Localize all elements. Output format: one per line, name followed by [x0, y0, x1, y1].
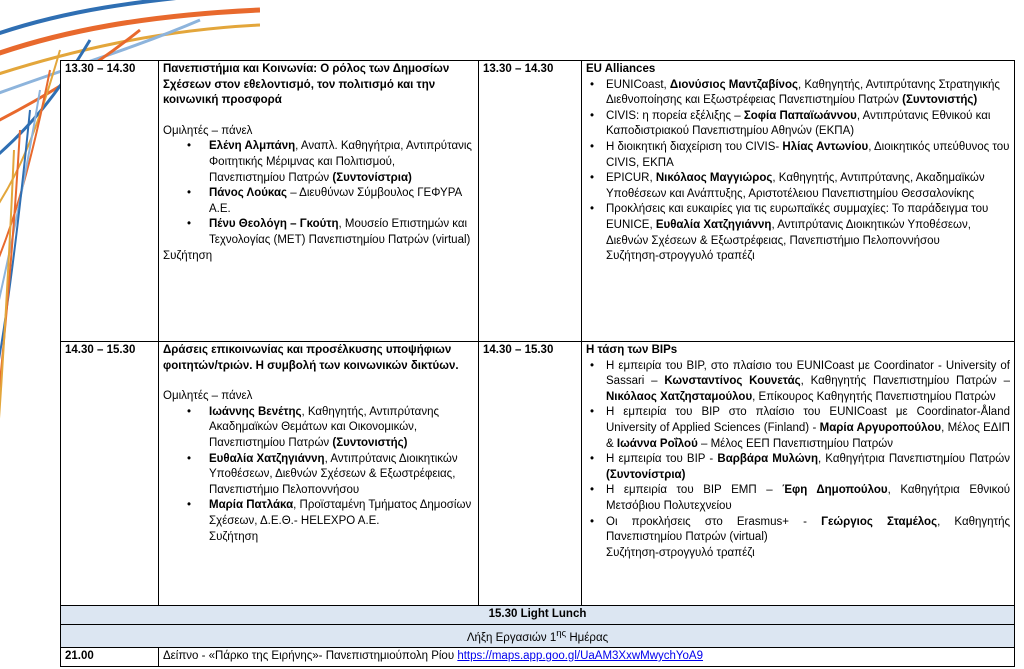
list-item: Η εμπειρία του BIP, στο πλαίσιο του EUNI… — [586, 359, 1010, 406]
dinner-cell: Δείπνο - «Πάρκο της Ειρήνης»- Πανεπιστημ… — [158, 647, 1015, 667]
time-cell: 13.30 – 14.30 — [478, 60, 582, 342]
session-cell-universities-society: Πανεπιστήμια και Κοινωνία: Ο ρόλος των Δ… — [158, 60, 479, 342]
end-of-day-banner: Λήξη Εργασιών 1ης Ημέρας — [60, 623, 1015, 649]
speaker-list: Ελένη Αλμπάνη, Αναπλ. Καθηγήτρια, Αντιπρ… — [163, 139, 474, 248]
session-title: Πανεπιστήμια και Κοινωνία: Ο ρόλος των Δ… — [163, 63, 450, 107]
session-cell-eu-alliances: EU Alliances EUNICoast, Διονύσιος Μαντζα… — [581, 60, 1015, 342]
list-item: Πάνος Λούκας – Διευθύνων Σύμβουλος ΓΕΦΥΡ… — [163, 186, 474, 217]
list-item: Ιωάννης Βενέτης, Καθηγητής, Αντιπρύτανης… — [163, 405, 474, 452]
list-item: EUNICoast, Διονύσιος Μαντζαβίνος, Καθηγη… — [586, 78, 1010, 109]
panel-label: Ομιλητές – πάνελ — [163, 124, 253, 137]
discussion-label: Συζήτηση — [209, 530, 259, 543]
session-row-1: 13.30 – 14.30 Πανεπιστήμια και Κοινωνία:… — [60, 60, 1015, 342]
time-cell: 21.00 — [60, 647, 159, 667]
list-item: Η διοικητική διαχείριση του CIVIS- Ηλίας… — [586, 140, 1010, 171]
session-title: EU Alliances — [586, 63, 656, 75]
speaker-list: Ιωάννης Βενέτης, Καθηγητής, Αντιπρύτανης… — [163, 405, 474, 530]
discussion-label: Συζήτηση-στρογγυλό τραπέζι — [606, 546, 755, 559]
panel-label: Ομιλητές – πάνελ — [163, 390, 253, 403]
session-cell-communication: Δράσεις επικοινωνίας και προσέλκυσης υπο… — [158, 341, 479, 606]
time-cell: 14.30 – 15.30 — [478, 341, 582, 606]
bip-list: Η εμπειρία του BIP, στο πλαίσιο του EUNI… — [586, 359, 1010, 546]
session-title: Δράσεις επικοινωνίας και προσέλκυσης υπο… — [163, 344, 459, 372]
session-cell-bips: Η τάση των BIPs Η εμπειρία του BIP, στο … — [581, 341, 1015, 606]
alliance-list: EUNICoast, Διονύσιος Μαντζαβίνος, Καθηγη… — [586, 78, 1010, 250]
list-item: Οι προκλήσεις στο Erasmus+ - Γεώργιος Στ… — [586, 515, 1010, 546]
list-item: Προκλήσεις και ευκαιρίες για τις ευρωπαϊ… — [586, 202, 1010, 249]
discussion-label: Συζήτηση-στρογγυλό τραπέζι — [606, 250, 755, 263]
discussion-label: Συζήτηση — [163, 249, 213, 262]
list-item: Η εμπειρία του BIP στο πλαίσιο του EUNIC… — [586, 405, 1010, 452]
time-cell: 14.30 – 15.30 — [60, 341, 159, 606]
list-item: Ευθαλία Χατζηγιάννη, Αντιπρύτανις Διοικη… — [163, 452, 474, 499]
list-item: Η εμπειρία του BIP - Βαρβάρα Μυλώνη, Καθ… — [586, 452, 1010, 483]
list-item: Η εμπειρία του BIP ΕΜΠ – Έφη Δημοπούλου,… — [586, 483, 1010, 514]
list-item: EPICUR, Νικόλαος Μαγγιώρος, Καθηγητής, Α… — [586, 171, 1010, 202]
session-title: Η τάση των BIPs — [586, 344, 678, 356]
end-day-row: Λήξη Εργασιών 1ης Ημέρας — [60, 623, 1015, 649]
lunch-row: 15.30 Light Lunch — [60, 605, 1015, 625]
list-item: Μαρία Πατλάκα, Προϊσταμένη Τμήματος Δημο… — [163, 498, 474, 529]
session-row-2: 14.30 – 15.30 Δράσεις επικοινωνίας και π… — [60, 341, 1015, 606]
map-link[interactable]: https://maps.app.goo.gl/UaAM3XxwMwychYoA… — [457, 650, 703, 662]
dinner-row: 21.00 Δείπνο - «Πάρκο της Ειρήνης»- Πανε… — [60, 647, 1015, 667]
list-item: Πένυ Θεολόγη – Γκούτη, Μουσείο Επιστημών… — [163, 217, 474, 248]
list-item: CIVIS: η πορεία εξέλιξης – Σοφία Παπαϊωά… — [586, 109, 1010, 140]
time-cell: 13.30 – 14.30 — [60, 60, 159, 342]
list-item: Ελένη Αλμπάνη, Αναπλ. Καθηγήτρια, Αντιπρ… — [163, 139, 474, 186]
lunch-banner: 15.30 Light Lunch — [60, 605, 1015, 625]
schedule-table: 13.30 – 14.30 Πανεπιστήμια και Κοινωνία:… — [60, 60, 1015, 667]
